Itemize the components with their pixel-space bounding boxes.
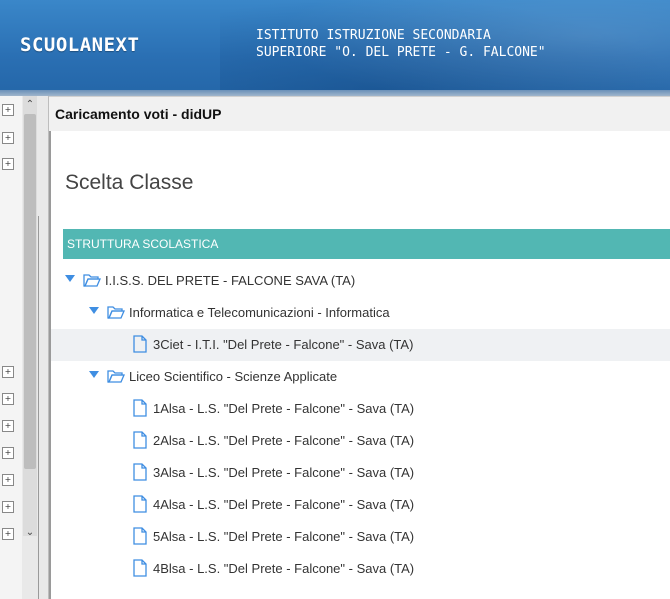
scrollbar-thumb[interactable] xyxy=(24,114,36,469)
folder-open-icon xyxy=(107,306,125,319)
tree-class-label: 4Blsa - L.S. "Del Prete - Falcone" - Sav… xyxy=(153,561,415,576)
tree-class-label: 5Alsa - L.S. "Del Prete - Falcone" - Sav… xyxy=(153,529,415,544)
file-icon xyxy=(133,335,147,353)
school-name: ISTITUTO ISTRUZIONE SECONDARIA SUPERIORE… xyxy=(256,27,546,61)
file-icon xyxy=(133,399,147,417)
app-header: SCUOLANEXT ISTITUTO ISTRUZIONE SECONDARI… xyxy=(0,0,670,96)
expand-icon[interactable]: + xyxy=(2,104,14,116)
school-name-line2: SUPERIORE "O. DEL PRETE - G. FALCONE" xyxy=(256,45,546,60)
expand-icon[interactable]: + xyxy=(2,474,14,486)
file-icon xyxy=(133,495,147,513)
main-panel: Scelta Classe STRUTTURA SCOLASTICA I.I.S… xyxy=(49,131,670,599)
file-icon xyxy=(133,431,147,449)
sidebar-divider xyxy=(38,216,39,599)
tree-class-item[interactable]: 3Alsa - L.S. "Del Prete - Falcone" - Sav… xyxy=(51,457,670,489)
tree-branch-node[interactable]: Informatica e Telecomunicazioni - Inform… xyxy=(51,297,670,329)
file-icon xyxy=(133,463,147,481)
folder-open-icon xyxy=(107,370,125,383)
tree-class-label: 4Alsa - L.S. "Del Prete - Falcone" - Sav… xyxy=(153,497,415,512)
expand-icon[interactable]: + xyxy=(2,132,14,144)
section-header-label: STRUTTURA SCOLASTICA xyxy=(67,237,219,251)
expand-icon[interactable]: + xyxy=(2,528,14,540)
tree-root-node[interactable]: I.I.S.S. DEL PRETE - FALCONE SAVA (TA) xyxy=(51,265,670,297)
sidebar-collapsed-menu: + + + + + + + + + + xyxy=(0,96,22,599)
section-header: STRUTTURA SCOLASTICA xyxy=(63,229,670,259)
caret-down-icon[interactable] xyxy=(89,307,99,314)
caret-down-icon[interactable] xyxy=(65,275,75,282)
page-title: Scelta Classe xyxy=(65,171,194,194)
tree-class-label: 3Ciet - I.T.I. "Del Prete - Falcone" - S… xyxy=(153,337,414,352)
left-sidebar: + + + + + + + + + + ⌃ ⌄ xyxy=(0,96,49,599)
scroll-down-icon[interactable]: ⌄ xyxy=(23,526,37,540)
tree-class-item[interactable]: 1Alsa - L.S. "Del Prete - Falcone" - Sav… xyxy=(51,393,670,425)
expand-icon[interactable]: + xyxy=(2,420,14,432)
app-logo[interactable]: SCUOLANEXT xyxy=(20,34,139,56)
folder-open-icon xyxy=(83,274,101,287)
tree-branch-label: Informatica e Telecomunicazioni - Inform… xyxy=(129,305,390,320)
tree-root-label: I.I.S.S. DEL PRETE - FALCONE SAVA (TA) xyxy=(105,273,356,288)
tree-class-label: 1Alsa - L.S. "Del Prete - Falcone" - Sav… xyxy=(153,401,415,416)
school-name-line1: ISTITUTO ISTRUZIONE SECONDARIA xyxy=(256,28,491,43)
window-title: Caricamento voti - didUP xyxy=(55,106,222,122)
expand-icon[interactable]: + xyxy=(2,501,14,513)
expand-icon[interactable]: + xyxy=(2,393,14,405)
caret-down-icon[interactable] xyxy=(89,371,99,378)
tree-branch-label: Liceo Scientifico - Scienze Applicate xyxy=(129,369,338,384)
tree-branch-node[interactable]: Liceo Scientifico - Scienze Applicate xyxy=(51,361,670,393)
tree-class-label: 2Alsa - L.S. "Del Prete - Falcone" - Sav… xyxy=(153,433,415,448)
expand-icon[interactable]: + xyxy=(2,158,14,170)
scroll-up-icon[interactable]: ⌃ xyxy=(23,98,37,112)
window-titlebar: Caricamento voti - didUP xyxy=(49,96,670,132)
expand-icon[interactable]: + xyxy=(2,366,14,378)
file-icon xyxy=(133,527,147,545)
tree-class-label: 3Alsa - L.S. "Del Prete - Falcone" - Sav… xyxy=(153,465,415,480)
tree-class-item[interactable]: 3Ciet - I.T.I. "Del Prete - Falcone" - S… xyxy=(51,329,670,361)
file-icon xyxy=(133,559,147,577)
tree-class-item[interactable]: 4Blsa - L.S. "Del Prete - Falcone" - Sav… xyxy=(51,553,670,585)
tree-class-item[interactable]: 4Alsa - L.S. "Del Prete - Falcone" - Sav… xyxy=(51,489,670,521)
expand-icon[interactable]: + xyxy=(2,447,14,459)
tree-class-item[interactable]: 5Alsa - L.S. "Del Prete - Falcone" - Sav… xyxy=(51,521,670,553)
tree-class-item[interactable]: 2Alsa - L.S. "Del Prete - Falcone" - Sav… xyxy=(51,425,670,457)
